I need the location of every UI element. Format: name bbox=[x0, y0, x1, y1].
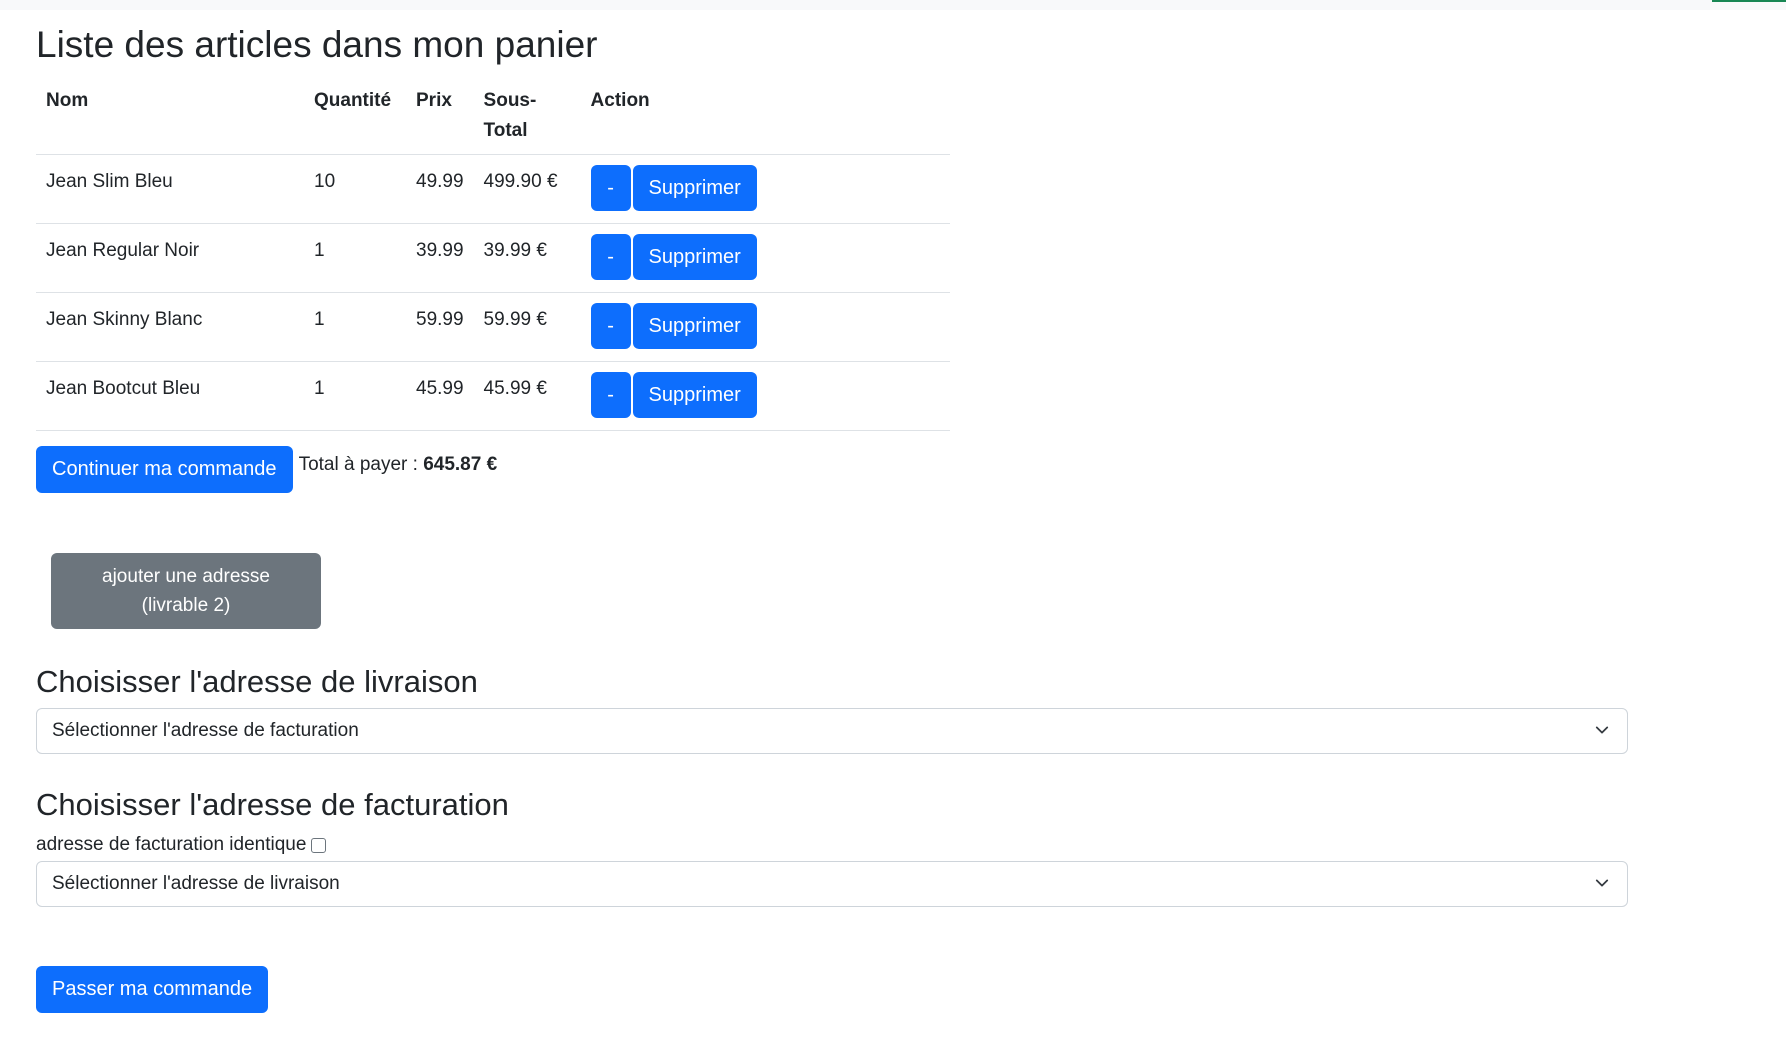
billing-address-heading: Choisisser l'adresse de facturation bbox=[36, 787, 509, 822]
header-price: Prix bbox=[406, 78, 474, 155]
delivery-select-value: Sélectionner l'adresse de facturation bbox=[52, 720, 359, 741]
item-actions: - Supprimer bbox=[580, 292, 950, 362]
item-actions: - Supprimer bbox=[580, 154, 950, 224]
total-amount: Total à payer : 645.87 € bbox=[299, 454, 498, 476]
decrease-quantity-button[interactable]: - bbox=[590, 165, 631, 211]
main-container: Liste des articles dans mon panier Nom Q… bbox=[36, 22, 1636, 1013]
delete-item-button[interactable]: Supprimer bbox=[632, 303, 757, 349]
item-price: 45.99 bbox=[406, 361, 474, 431]
cart-table: Nom Quantité Prix Sous-Total Action Jean… bbox=[36, 78, 950, 431]
item-subtotal: 499.90 € bbox=[473, 154, 581, 224]
item-name: Jean Skinny Blanc bbox=[36, 292, 304, 362]
add-address-button[interactable]: ajouter une adresse (livrable 2) bbox=[51, 553, 321, 629]
decrease-quantity-button[interactable]: - bbox=[590, 303, 631, 349]
item-quantity: 1 bbox=[304, 223, 406, 293]
item-actions: - Supprimer bbox=[580, 223, 950, 293]
item-quantity: 1 bbox=[304, 361, 406, 431]
item-price: 59.99 bbox=[406, 292, 474, 362]
same-billing-checkbox[interactable] bbox=[311, 837, 327, 853]
table-row: Jean Bootcut Bleu 1 45.99 45.99 € - Suppr… bbox=[36, 361, 950, 431]
header-action: Action bbox=[580, 78, 950, 155]
delete-item-button[interactable]: Supprimer bbox=[632, 165, 757, 211]
total-value: 645.87 € bbox=[423, 454, 498, 475]
billing-select-value: Sélectionner l'adresse de livraison bbox=[52, 873, 340, 894]
item-quantity: 1 bbox=[304, 292, 406, 362]
delivery-address-select[interactable]: Sélectionner l'adresse de facturation bbox=[36, 708, 1628, 754]
top-bar-accent bbox=[1712, 0, 1786, 2]
same-billing-label: adresse de facturation identique bbox=[36, 834, 307, 855]
item-subtotal: 45.99 € bbox=[473, 361, 581, 431]
item-subtotal: 39.99 € bbox=[473, 223, 581, 293]
billing-address-select[interactable]: Sélectionner l'adresse de livraison bbox=[36, 861, 1628, 907]
page-title: Liste des articles dans mon panier bbox=[36, 24, 598, 65]
table-row: Jean Skinny Blanc 1 59.99 59.99 € - Suppr… bbox=[36, 292, 950, 362]
add-address-label-line2: (livrable 2) bbox=[141, 595, 231, 616]
delete-item-button[interactable]: Supprimer bbox=[632, 372, 757, 418]
decrease-quantity-button[interactable]: - bbox=[590, 234, 631, 280]
delivery-address-heading: Choisisser l'adresse de livraison bbox=[36, 664, 478, 699]
top-bar bbox=[0, 0, 1786, 10]
item-name: Jean Bootcut Bleu bbox=[36, 361, 304, 431]
continue-order-button[interactable]: Continuer ma commande bbox=[36, 446, 293, 493]
header-quantity: Quantité bbox=[304, 78, 406, 155]
item-price: 39.99 bbox=[406, 223, 474, 293]
item-name: Jean Slim Bleu bbox=[36, 154, 304, 224]
chevron-down-icon bbox=[1595, 879, 1609, 887]
total-label: Total à payer : bbox=[298, 454, 424, 475]
header-subtotal: Sous-Total bbox=[473, 78, 581, 155]
same-billing-option[interactable]: adresse de facturation identique bbox=[36, 834, 327, 856]
item-subtotal: 59.99 € bbox=[473, 292, 581, 362]
place-order-button[interactable]: Passer ma commande bbox=[36, 966, 269, 1013]
cart-header-row: Nom Quantité Prix Sous-Total Action bbox=[36, 78, 950, 155]
item-quantity: 10 bbox=[304, 154, 406, 224]
total-line: Continuer ma commande Total à payer : 64… bbox=[36, 446, 497, 493]
item-actions: - Supprimer bbox=[580, 361, 950, 431]
delete-item-button[interactable]: Supprimer bbox=[632, 234, 757, 280]
item-price: 49.99 bbox=[406, 154, 474, 224]
header-name: Nom bbox=[36, 78, 304, 155]
table-row: Jean Slim Bleu 10 49.99 499.90 € - Suppri… bbox=[36, 154, 950, 224]
decrease-quantity-button[interactable]: - bbox=[590, 372, 631, 418]
item-name: Jean Regular Noir bbox=[36, 223, 304, 293]
add-address-label-line1: ajouter une adresse bbox=[102, 566, 270, 587]
table-row: Jean Regular Noir 1 39.99 39.99 € - Suppr… bbox=[36, 223, 950, 293]
chevron-down-icon bbox=[1595, 726, 1609, 734]
